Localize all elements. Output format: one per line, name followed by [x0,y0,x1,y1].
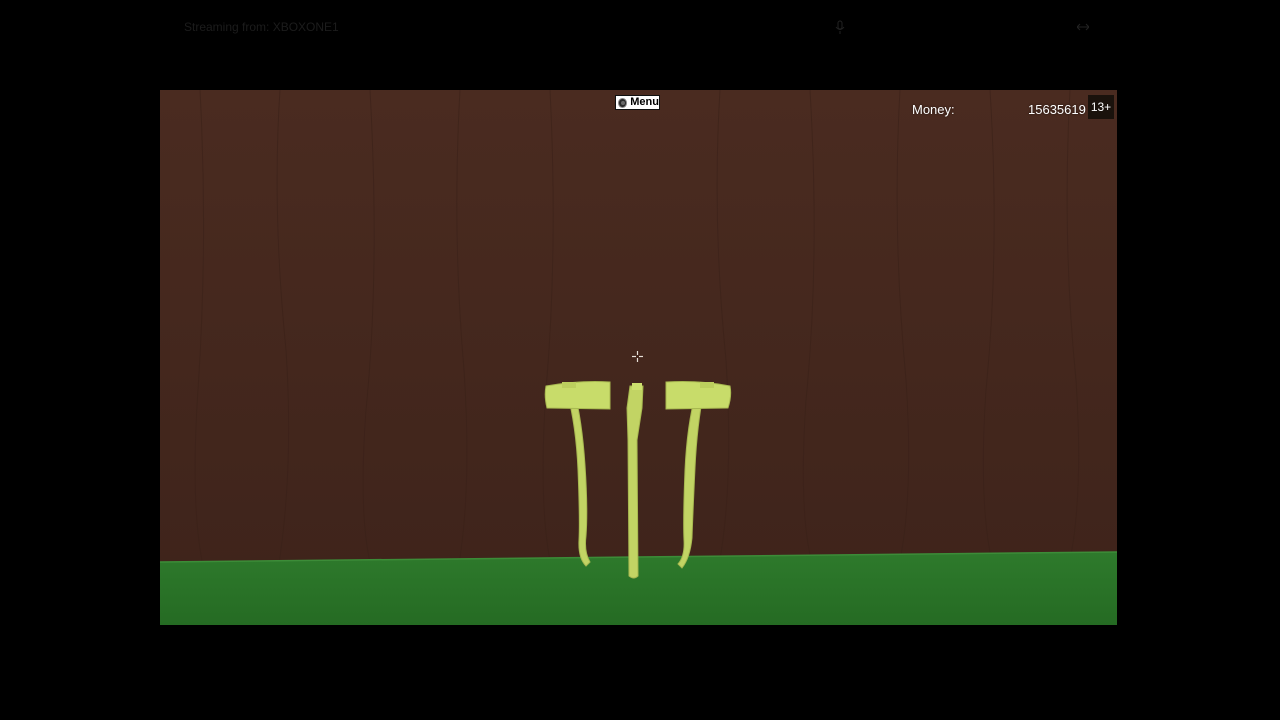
menu-button-label: Menu [630,96,659,108]
expand-icon[interactable] [1077,23,1089,31]
wood-wall [160,90,1117,570]
menu-button[interactable]: Menu [615,95,660,110]
stream-source-label: Streaming from: XBOXONE1 [184,20,339,34]
age-rating-badge: 13+ [1088,95,1114,119]
money-value: 15635619 [1028,102,1086,117]
grass-floor [160,552,1117,625]
crosshair-icon [632,351,643,362]
xbox-button-icon [618,97,628,108]
microphone-icon[interactable] [835,20,845,36]
money-label: Money: [912,102,955,117]
game-viewport[interactable]: Menu Money: 15635619 13+ [160,90,1117,625]
stream-window: Streaming from: XBOXONE1 Menu Money: 156… [0,0,1280,720]
